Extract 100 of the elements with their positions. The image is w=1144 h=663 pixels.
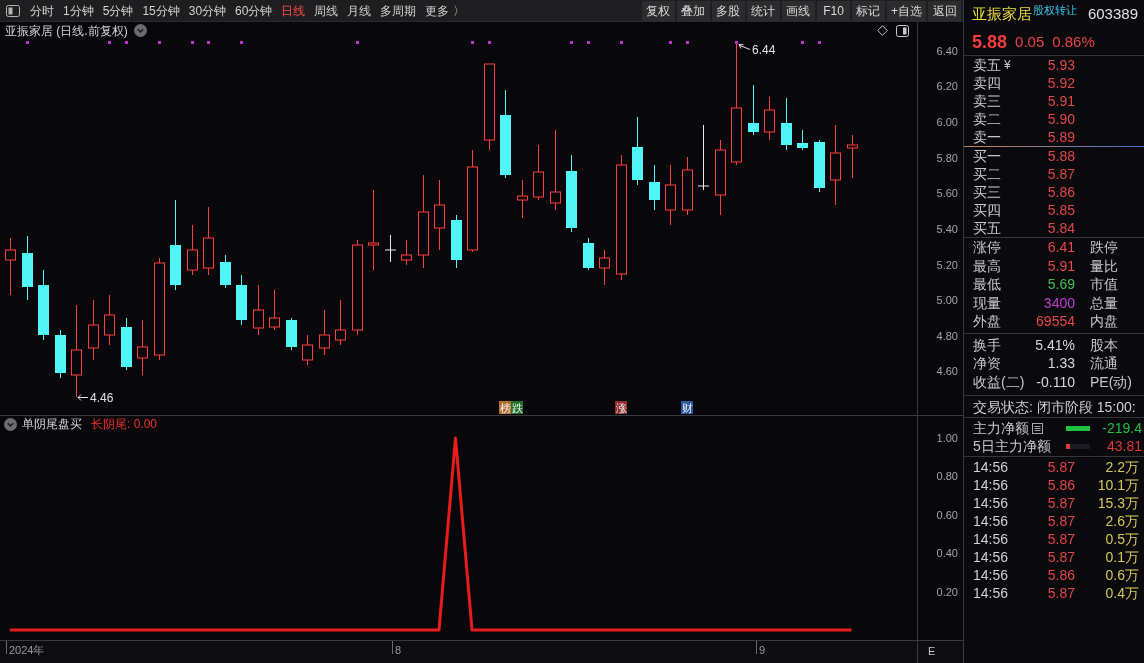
stat-label: 收益(二) (973, 373, 1025, 390)
stock-code: 603389 (1087, 4, 1138, 24)
order-label: 卖五 (973, 56, 1001, 74)
axis-label: 6.40 (936, 43, 958, 59)
axis-label: 9 (759, 644, 766, 656)
dropdown-icon[interactable] (133, 24, 147, 37)
indicator-readout: 长阴尾: 0.00 (91, 416, 158, 433)
stat-value: 5.69 (1047, 275, 1075, 294)
stat-value: 5.91 (1047, 256, 1075, 275)
toolbar-button[interactable]: 标记 (852, 0, 885, 21)
period-tab[interactable]: 分时 (30, 1, 54, 20)
more-menu[interactable]: 更多 〉 (425, 1, 465, 20)
tick-volume: 2.2万 (1105, 458, 1139, 476)
tick-volume: 0.6万 (1105, 566, 1139, 584)
toolbar-button[interactable]: +自选 (887, 0, 926, 21)
order-price: 5.84 (1047, 219, 1075, 237)
tick-price: 5.87 (1047, 530, 1075, 548)
stat-value: -0.110 (1036, 372, 1075, 391)
list-icon[interactable] (1032, 422, 1043, 434)
event-tag[interactable]: 财 (681, 401, 693, 414)
change-percent: 0.86% (1052, 31, 1095, 52)
stock-name: 亚振家居 (972, 4, 1032, 24)
order-label: 卖二 (973, 110, 1001, 128)
stat-value: 1.33 (1047, 354, 1075, 373)
event-tag[interactable]: 榜 (499, 401, 511, 414)
order-price: 5.89 (1047, 128, 1075, 146)
stat-label: 外盘 (973, 313, 1001, 330)
chart-title: 亚振家居 (日线.前复权) (5, 22, 128, 40)
axis-label: 0.40 (936, 546, 958, 562)
tick-volume: 2.6万 (1105, 512, 1139, 530)
stock-tag[interactable]: 股权转让 (1033, 4, 1077, 17)
tick-time: 14:56 (973, 476, 1010, 494)
axis-label: 0.20 (936, 584, 958, 600)
order-label: 买二 (973, 165, 1001, 183)
toolbar-button[interactable]: 返回 (928, 0, 961, 21)
stat-value: 6.41 (1047, 238, 1075, 257)
axis-label: 2024年 (9, 644, 45, 656)
toolbar-button[interactable]: 叠加 (677, 0, 710, 21)
tick-volume: 0.1万 (1105, 548, 1139, 566)
stat-label: 内盘 (1090, 312, 1118, 331)
toolbar-button[interactable]: 画线 (782, 0, 815, 21)
toolbar-button[interactable]: 多股 (712, 0, 745, 21)
tick-volume: 0.5万 (1105, 530, 1139, 548)
tick-price: 5.87 (1047, 494, 1075, 512)
axis-label: 6.20 (936, 79, 958, 95)
stat-label: 股本 (1090, 335, 1118, 354)
event-tag[interactable]: 跌 (511, 401, 523, 414)
diamond-icon[interactable] (877, 25, 888, 36)
stat-label: 换手 (973, 336, 1001, 353)
toolbar-button[interactable]: 统计 (747, 0, 780, 21)
axis-label: 4.80 (936, 328, 958, 344)
tick-time: 14:56 (973, 494, 1010, 512)
tick-time: 14:56 (973, 512, 1010, 530)
axis-label: 6.00 (936, 114, 958, 130)
order-price: 5.91 (1047, 92, 1075, 110)
order-label: 卖一 (973, 128, 1001, 146)
tick-price: 5.86 (1047, 476, 1075, 494)
axis-label: 1.00 (936, 430, 958, 446)
order-label: 买五 (973, 219, 1001, 237)
period-tab[interactable]: 5分钟 (102, 1, 134, 20)
order-label: 买四 (973, 201, 1001, 219)
period-tab[interactable]: 15分钟 (142, 1, 180, 20)
period-tab[interactable]: 60分钟 (235, 1, 273, 20)
price-change: 0.05 (1015, 31, 1045, 52)
panel-toggle-icon[interactable] (896, 24, 909, 37)
order-price: 5.85 (1047, 201, 1075, 219)
dropdown-icon[interactable] (4, 417, 17, 431)
order-price: 5.86 (1047, 183, 1075, 201)
sidebar-toggle-icon[interactable] (6, 4, 20, 17)
last-price: 5.88 (972, 30, 1008, 53)
stat-value: 3400 (1043, 293, 1075, 312)
tick-time: 14:56 (973, 548, 1010, 566)
order-price: 5.87 (1047, 165, 1075, 183)
tick-volume: 0.4万 (1105, 584, 1139, 602)
order-label: 卖三 (973, 92, 1001, 110)
stat-label: 最高 (973, 257, 1001, 274)
trade-status: 交易状态: 闭市阶段 15:00: (973, 397, 1136, 416)
toolbar-button[interactable]: 复权 (642, 0, 675, 21)
order-price: 5.92 (1047, 74, 1075, 92)
period-tab[interactable]: 30分钟 (188, 1, 227, 20)
tick-price: 5.87 (1047, 584, 1075, 602)
tick-time: 14:56 (973, 584, 1010, 602)
period-tab[interactable]: 周线 (314, 1, 339, 20)
toolbar-button[interactable]: F10 (817, 0, 850, 21)
period-tab[interactable]: 月线 (347, 1, 372, 20)
period-tab[interactable]: 日线 (281, 1, 306, 20)
stat-label: PE(动) (1090, 372, 1132, 391)
axis-label: 5.00 (936, 293, 958, 309)
flow-label: 5日主力净额 (973, 437, 1051, 455)
stat-label: 净资 (973, 355, 1001, 372)
period-tab[interactable]: 多周期 (380, 1, 417, 20)
event-tag[interactable]: 涨 (615, 401, 627, 414)
stat-value: 69554 (1036, 312, 1075, 331)
axis-label: 5.20 (936, 257, 958, 273)
currency-symbol: ¥ (1004, 57, 1011, 74)
period-tab[interactable]: 1分钟 (63, 1, 94, 20)
axis-label: E (928, 644, 936, 658)
stat-label: 跌停 (1090, 238, 1118, 257)
stat-label: 量比 (1090, 256, 1118, 275)
tick-price: 5.87 (1047, 548, 1075, 566)
